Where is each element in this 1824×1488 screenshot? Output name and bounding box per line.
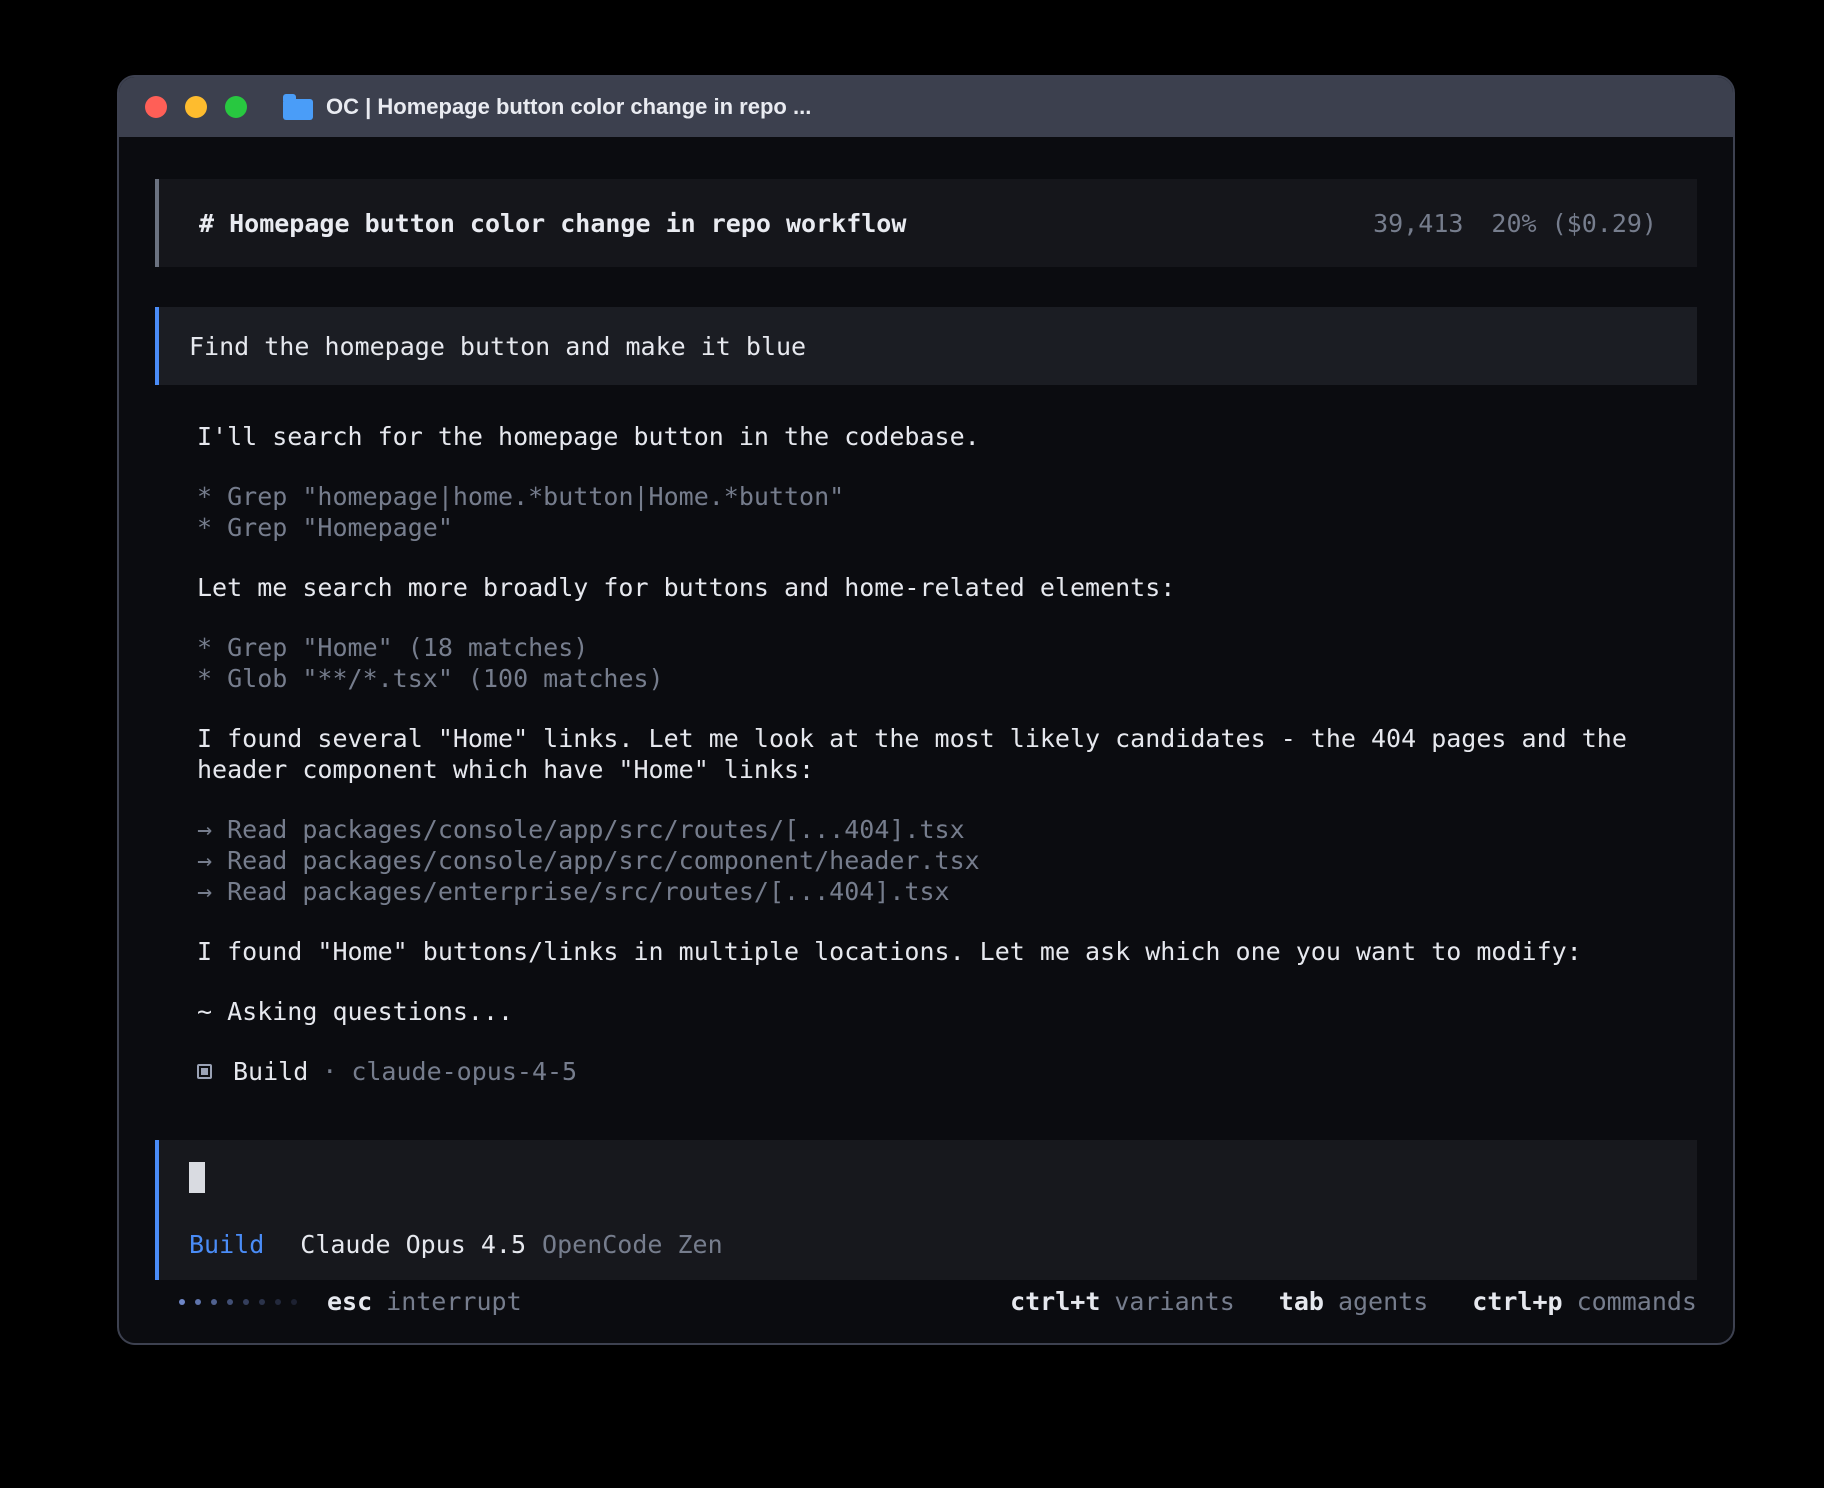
read-arrow-icon: → — [197, 877, 227, 906]
session-header: # Homepage button color change in repo w… — [155, 179, 1697, 267]
text-cursor — [189, 1162, 205, 1193]
busy-spinner-icon — [179, 1299, 297, 1305]
tool-call-read-2: → Read packages/console/app/src/componen… — [197, 845, 1691, 876]
context-cost: 20% ($0.29) — [1491, 208, 1657, 239]
assistant-text: I'll search for the homepage button in t… — [197, 421, 1691, 452]
status-asking-questions: ~ Asking questions... — [197, 996, 1691, 1027]
tool-star-icon: * — [197, 633, 227, 662]
tool-call-text: Read packages/enterprise/src/routes/[...… — [227, 877, 949, 906]
input-status-bar: Build Claude Opus 4.5 OpenCode Zen — [189, 1229, 1667, 1260]
tool-call-text: Read packages/console/app/src/routes/[..… — [227, 815, 965, 844]
commands-label: commands — [1577, 1286, 1697, 1317]
agent-model: claude-opus-4-5 — [351, 1056, 577, 1087]
tool-call-text: Grep "Home" (18 matches) — [227, 633, 588, 662]
variants-label: variants — [1114, 1286, 1234, 1317]
read-arrow-icon: → — [197, 846, 227, 875]
interrupt-hint: esc interrupt — [327, 1286, 522, 1317]
tool-star-icon: * — [197, 482, 227, 511]
terminal-window: OC | Homepage button color change in rep… — [117, 75, 1735, 1345]
user-message: Find the homepage button and make it blu… — [155, 307, 1697, 385]
tool-call-grep-3: * Grep "Home" (18 matches) — [197, 632, 1691, 663]
minimize-button[interactable] — [185, 96, 207, 118]
session-stats: 39,413 20% ($0.29) — [1373, 208, 1657, 239]
traffic-lights — [145, 96, 247, 118]
status-footer: esc interrupt ctrl+t variants tab agents… — [155, 1286, 1697, 1317]
tool-call-text: Grep "Homepage" — [227, 513, 453, 542]
tab-key-label: tab — [1279, 1286, 1324, 1317]
assistant-text: Let me search more broadly for buttons a… — [197, 572, 1691, 603]
tool-star-icon: * — [197, 513, 227, 542]
agent-separator: · — [322, 1056, 337, 1087]
tool-call-read-3: → Read packages/enterprise/src/routes/[.… — [197, 876, 1691, 907]
interrupt-label: interrupt — [386, 1286, 521, 1317]
ctrl-p-key-label: ctrl+p — [1472, 1286, 1562, 1317]
assistant-text: I found "Home" buttons/links in multiple… — [197, 936, 1691, 967]
agent-icon — [197, 1064, 212, 1079]
tool-call-grep-1: * Grep "homepage|home.*button|Home.*butt… — [197, 481, 1691, 512]
tool-call-grep-2: * Grep "Homepage" — [197, 512, 1691, 543]
ctrl-t-key-label: ctrl+t — [1010, 1286, 1100, 1317]
token-count: 39,413 — [1373, 208, 1463, 239]
variants-hint: ctrl+t variants — [1010, 1286, 1235, 1317]
tool-call-text: Read packages/console/app/src/component/… — [227, 846, 980, 875]
user-message-text: Find the homepage button and make it blu… — [189, 331, 806, 362]
agents-hint: tab agents — [1279, 1286, 1428, 1317]
conversation: I'll search for the homepage button in t… — [155, 421, 1697, 1116]
tool-call-text: Glob "**/*.tsx" (100 matches) — [227, 664, 664, 693]
tool-star-icon: * — [197, 664, 227, 693]
model-provider-label: OpenCode Zen — [542, 1229, 723, 1260]
keyboard-hints: ctrl+t variants tab agents ctrl+p comman… — [1010, 1286, 1697, 1317]
agents-label: agents — [1338, 1286, 1428, 1317]
zoom-button[interactable] — [225, 96, 247, 118]
window-titlebar[interactable]: OC | Homepage button color change in rep… — [119, 77, 1733, 137]
window-title: OC | Homepage button color change in rep… — [326, 94, 811, 120]
commands-hint: ctrl+p commands — [1472, 1286, 1697, 1317]
active-agent-label[interactable]: Build — [189, 1229, 264, 1260]
agent-name: Build — [233, 1056, 308, 1087]
read-arrow-icon: → — [197, 815, 227, 844]
folder-icon — [283, 99, 313, 120]
active-model-label[interactable]: Claude Opus 4.5 — [300, 1229, 526, 1260]
agent-status-line: Build · claude-opus-4-5 — [197, 1056, 1691, 1087]
tool-call-read-1: → Read packages/console/app/src/routes/[… — [197, 814, 1691, 845]
terminal-content: # Homepage button color change in repo w… — [119, 137, 1733, 1343]
tool-call-glob-1: * Glob "**/*.tsx" (100 matches) — [197, 663, 1691, 694]
esc-key-label: esc — [327, 1286, 372, 1317]
tool-call-text: Grep "homepage|home.*button|Home.*button… — [227, 482, 844, 511]
assistant-text: I found several "Home" links. Let me loo… — [197, 723, 1691, 785]
session-title: # Homepage button color change in repo w… — [199, 208, 906, 239]
prompt-input-area[interactable]: Build Claude Opus 4.5 OpenCode Zen — [155, 1140, 1697, 1280]
close-button[interactable] — [145, 96, 167, 118]
window-title-group: OC | Homepage button color change in rep… — [283, 94, 811, 120]
